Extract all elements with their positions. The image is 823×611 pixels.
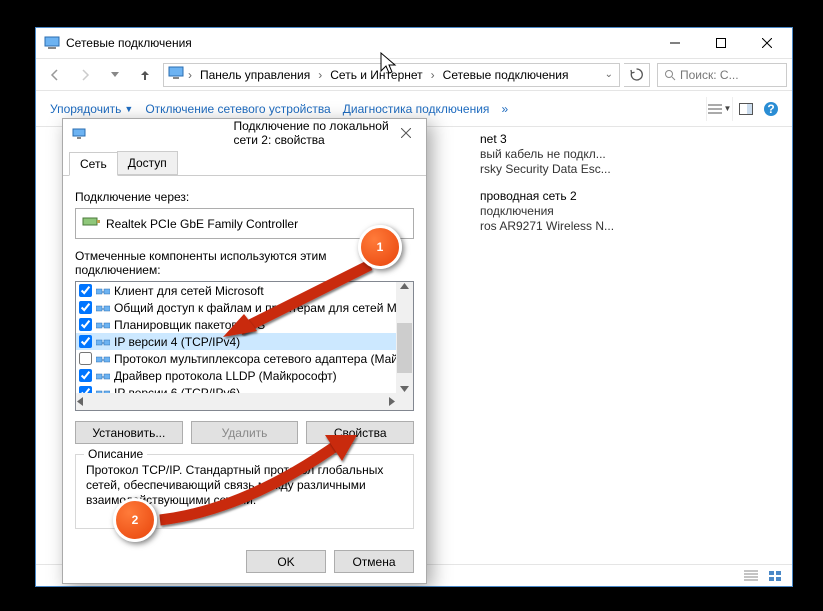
dialog-tabs: Сеть Доступ bbox=[63, 147, 426, 176]
toolbar-more-button[interactable]: » bbox=[495, 98, 514, 120]
connection-status: подключения bbox=[480, 204, 614, 219]
description-title: Описание bbox=[84, 447, 147, 461]
component-row[interactable]: Планировщик пакетов QoS bbox=[76, 316, 413, 333]
minimize-button[interactable] bbox=[652, 28, 698, 58]
svg-text:?: ? bbox=[767, 102, 774, 116]
dialog-titlebar: Подключение по локальной сети 2: свойств… bbox=[63, 119, 426, 147]
component-label: IP версии 4 (TCP/IPv4) bbox=[114, 335, 240, 349]
dialog-title: Подключение по локальной сети 2: свойств… bbox=[234, 119, 391, 147]
ethernet-icon bbox=[426, 132, 470, 172]
chevron-right-icon[interactable]: › bbox=[429, 68, 437, 82]
diagnose-button[interactable]: Диагностика подключения bbox=[337, 98, 496, 120]
annotation-badge-2: 2 bbox=[113, 498, 157, 542]
connection-name: net 3 bbox=[480, 132, 611, 147]
dialog-footer: OK Отмена bbox=[246, 550, 414, 573]
chevron-down-icon[interactable]: ⌄ bbox=[603, 69, 615, 80]
protocol-icon bbox=[96, 335, 110, 349]
ok-button[interactable]: OK bbox=[246, 550, 326, 573]
organize-menu[interactable]: Упорядочить▼ bbox=[44, 98, 139, 120]
component-checkbox[interactable] bbox=[79, 318, 92, 331]
chevron-down-icon: ▼ bbox=[124, 104, 133, 114]
dialog-close-button[interactable] bbox=[390, 121, 422, 145]
connection-device: ros AR9271 Wireless N... bbox=[480, 219, 614, 234]
connection-name: проводная сеть 2 bbox=[480, 189, 614, 204]
view-options-button[interactable]: ▼ bbox=[706, 97, 732, 121]
scroll-up-icon[interactable] bbox=[400, 282, 409, 291]
search-icon bbox=[664, 69, 676, 81]
component-row[interactable]: Клиент для сетей Microsoft bbox=[76, 282, 413, 299]
components-list: Клиент для сетей Microsoft Общий доступ к… bbox=[75, 281, 414, 411]
protocol-icon bbox=[96, 301, 110, 315]
address-bar: › Панель управления › Сеть и Интернет › … bbox=[36, 58, 792, 91]
cancel-button[interactable]: Отмена bbox=[334, 550, 414, 573]
connect-using-label: Подключение через: bbox=[75, 190, 414, 204]
maximize-button[interactable] bbox=[698, 28, 744, 58]
close-button[interactable] bbox=[744, 28, 790, 58]
scroll-left-icon[interactable] bbox=[76, 397, 85, 406]
large-icons-view-icon[interactable] bbox=[766, 567, 784, 585]
window-title: Сетевые подключения bbox=[66, 36, 652, 50]
connection-status: вый кабель не подкл... bbox=[480, 147, 611, 162]
remove-button: Удалить bbox=[191, 421, 299, 444]
refresh-button[interactable] bbox=[624, 63, 650, 87]
properties-button[interactable]: Свойства bbox=[306, 421, 414, 444]
connection-item[interactable]: net 3 вый кабель не подкл... rsky Securi… bbox=[426, 132, 611, 177]
protocol-icon bbox=[96, 369, 110, 383]
protocol-icon bbox=[96, 284, 110, 298]
control-panel-icon bbox=[168, 65, 184, 84]
component-label: Клиент для сетей Microsoft bbox=[114, 284, 264, 298]
breadcrumb-network-connections[interactable]: Сетевые подключения bbox=[439, 66, 573, 84]
protocol-icon bbox=[96, 352, 110, 366]
tab-access[interactable]: Доступ bbox=[117, 151, 178, 175]
protocol-icon bbox=[96, 318, 110, 332]
component-label: Драйвер протокола LLDP (Майкрософт) bbox=[114, 369, 337, 383]
breadcrumb-network-internet[interactable]: Сеть и Интернет bbox=[326, 66, 426, 84]
horizontal-scrollbar[interactable] bbox=[76, 393, 396, 410]
component-row[interactable]: IP версии 4 (TCP/IPv4) bbox=[76, 333, 413, 350]
adapter-icon bbox=[82, 215, 100, 232]
disable-device-button[interactable]: Отключение сетевого устройства bbox=[139, 98, 336, 120]
chevron-right-icon[interactable]: › bbox=[186, 68, 194, 82]
connection-device: rsky Security Data Esc... bbox=[480, 162, 611, 177]
network-settings-icon bbox=[44, 35, 60, 51]
scrollbar-thumb[interactable] bbox=[397, 323, 412, 373]
component-row[interactable]: Общий доступ к файлам и принтерам для се… bbox=[76, 299, 413, 316]
scrollbar-corner bbox=[396, 393, 413, 410]
component-label: Протокол мультиплексора сетевого адаптер… bbox=[114, 352, 398, 366]
component-checkbox[interactable] bbox=[79, 335, 92, 348]
component-row[interactable]: Драйвер протокола LLDP (Майкрософт) bbox=[76, 367, 413, 384]
install-button[interactable]: Установить... bbox=[75, 421, 183, 444]
component-row[interactable]: Протокол мультиплексора сетевого адаптер… bbox=[76, 350, 413, 367]
nav-history-button[interactable] bbox=[101, 63, 129, 87]
breadcrumb-control-panel[interactable]: Панель управления bbox=[196, 66, 314, 84]
nav-back-button[interactable] bbox=[41, 63, 69, 87]
chevron-right-icon[interactable]: › bbox=[316, 68, 324, 82]
search-input[interactable]: Поиск: С... bbox=[657, 63, 787, 87]
component-checkbox[interactable] bbox=[79, 284, 92, 297]
titlebar: Сетевые подключения bbox=[36, 28, 792, 58]
component-checkbox[interactable] bbox=[79, 352, 92, 365]
network-adapter-icon bbox=[71, 125, 228, 141]
annotation-badge-1: 1 bbox=[358, 225, 402, 269]
help-button[interactable]: ? bbox=[758, 97, 784, 121]
scroll-right-icon[interactable] bbox=[387, 397, 396, 406]
tab-network[interactable]: Сеть bbox=[69, 152, 118, 176]
details-view-icon[interactable] bbox=[742, 567, 760, 585]
breadcrumb[interactable]: › Панель управления › Сеть и Интернет › … bbox=[163, 63, 620, 87]
vertical-scrollbar[interactable] bbox=[396, 282, 413, 393]
connection-item[interactable]: проводная сеть 2 подключения ros AR9271 … bbox=[426, 189, 614, 234]
adapter-name: Realtek PCIe GbE Family Controller bbox=[106, 217, 298, 231]
component-checkbox[interactable] bbox=[79, 369, 92, 382]
wifi-icon bbox=[426, 189, 470, 229]
component-label: Планировщик пакетов QoS bbox=[114, 318, 265, 332]
preview-pane-button[interactable] bbox=[732, 97, 758, 121]
component-checkbox[interactable] bbox=[79, 301, 92, 314]
scroll-down-icon[interactable] bbox=[400, 384, 409, 393]
component-label: Общий доступ к файлам и принтерам для се… bbox=[114, 301, 399, 315]
nav-forward-button[interactable] bbox=[71, 63, 99, 87]
nav-up-button[interactable] bbox=[131, 63, 159, 87]
